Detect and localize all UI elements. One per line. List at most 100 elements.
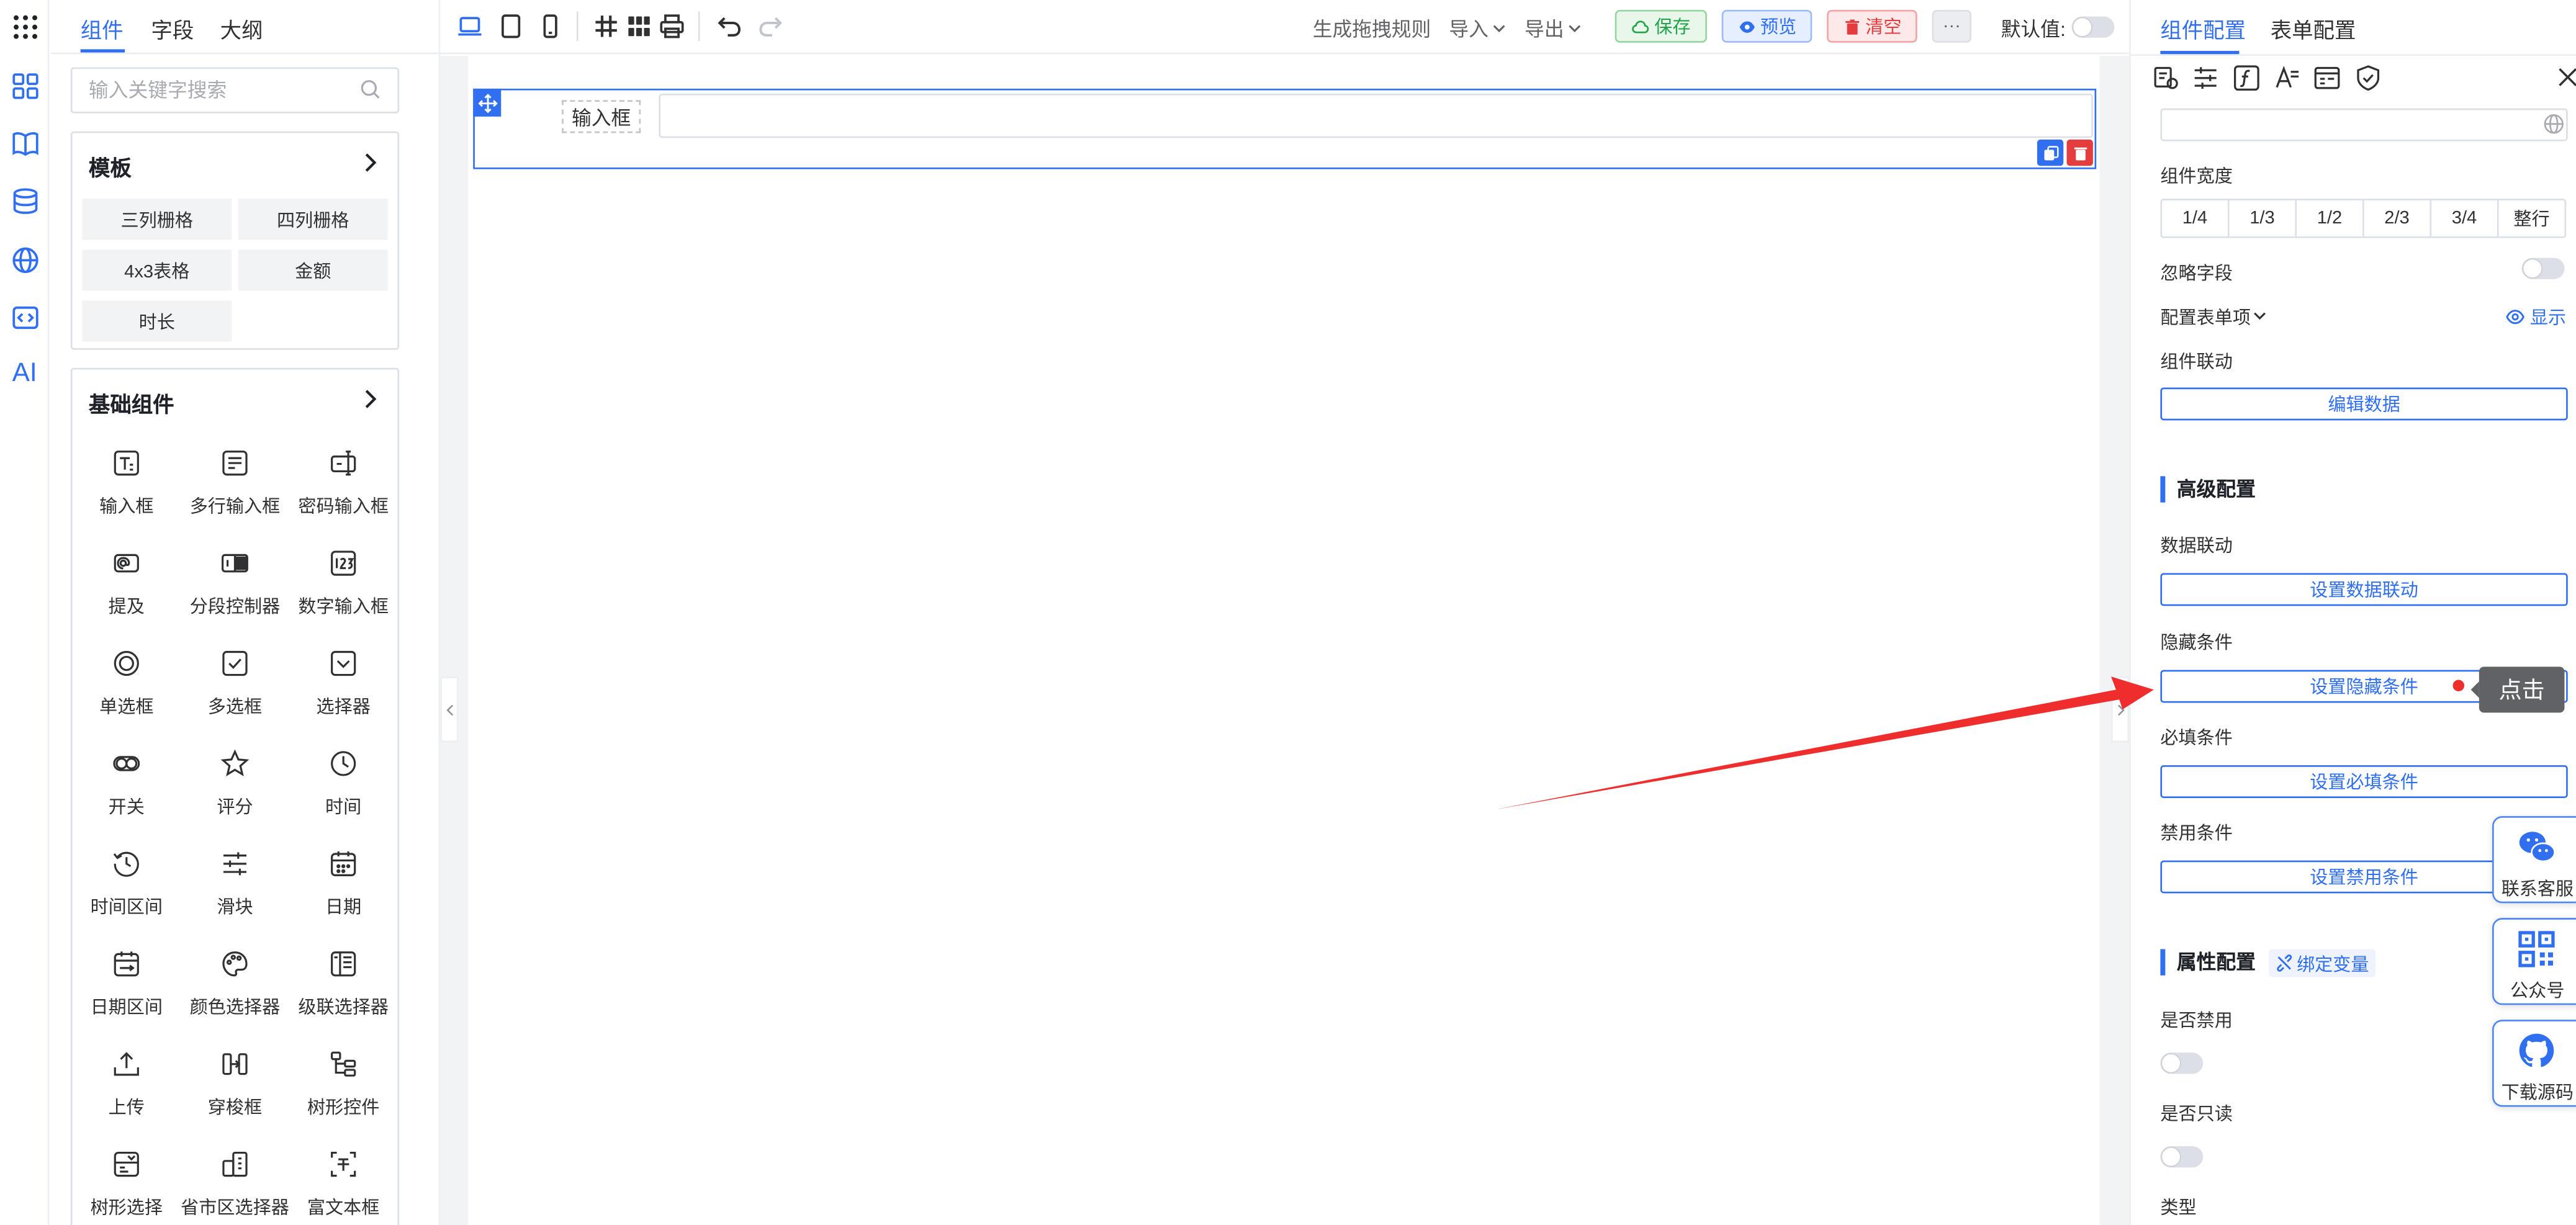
code-icon[interactable]: [8, 300, 41, 333]
shield-check-icon[interactable]: [2354, 64, 2382, 92]
bind-variable-button[interactable]: 绑定变量: [2269, 949, 2376, 977]
collapse-right-panel-button[interactable]: [2110, 676, 2130, 743]
component-item[interactable]: 级联选择器: [289, 946, 398, 1031]
print-icon[interactable]: [659, 13, 685, 39]
component-item[interactable]: 时间区间: [72, 846, 181, 931]
edit-data-button[interactable]: 编辑数据: [2160, 387, 2568, 421]
tab-form-config[interactable]: 表单配置: [2271, 13, 2356, 44]
form-canvas[interactable]: [468, 55, 2100, 1225]
component-item[interactable]: 选择器: [289, 645, 398, 731]
component-item[interactable]: 日期区间: [72, 946, 181, 1031]
template-item[interactable]: 4x3表格: [82, 249, 232, 291]
component-item[interactable]: 日期: [289, 846, 398, 931]
width-option[interactable]: 3/4: [2431, 200, 2499, 237]
component-item[interactable]: 时间: [289, 745, 398, 831]
close-icon[interactable]: [2558, 67, 2576, 87]
delete-item-button[interactable]: [2066, 139, 2093, 166]
clear-button[interactable]: 清空: [1827, 9, 1917, 43]
component-item[interactable]: 输入框: [72, 445, 181, 531]
is-disabled-toggle[interactable]: [2160, 1052, 2204, 1074]
download-source-button[interactable]: 下载源码: [2492, 1020, 2576, 1107]
is-readonly-toggle[interactable]: [2160, 1146, 2204, 1168]
component-item[interactable]: 密码输入框: [289, 445, 398, 531]
component-label: 开关: [108, 798, 145, 818]
config-input[interactable]: [2160, 108, 2568, 141]
default-value-toggle[interactable]: [2071, 16, 2115, 38]
ai-assistant-button[interactable]: AI: [8, 358, 41, 391]
generate-drag-rule-button[interactable]: 生成拖拽规则: [1313, 15, 1431, 43]
apps-grid-icon[interactable]: [8, 10, 41, 43]
search-icon[interactable]: [360, 79, 381, 100]
template-item[interactable]: 三列栅格: [82, 199, 232, 240]
component-item[interactable]: 穿梭框: [181, 1046, 289, 1132]
components-icon[interactable]: [8, 69, 41, 102]
component-item[interactable]: 省市区选择器: [181, 1146, 289, 1225]
config-items-menu[interactable]: 配置表单项: [2160, 304, 2267, 330]
component-item[interactable]: 上传: [72, 1046, 181, 1132]
component-item[interactable]: 多选框: [181, 645, 289, 731]
template-item[interactable]: 时长: [82, 300, 232, 342]
text-style-icon[interactable]: [2274, 64, 2302, 92]
grid-layout-icon[interactable]: [593, 13, 619, 39]
component-item[interactable]: 富文本框: [289, 1146, 398, 1225]
chevron-right-icon[interactable]: [358, 151, 381, 174]
tab-outline[interactable]: 大纲: [220, 13, 263, 44]
component-item[interactable]: 提及: [72, 545, 181, 631]
redo-icon[interactable]: [757, 13, 783, 39]
set-data-linkage-button[interactable]: 设置数据联动: [2160, 573, 2568, 606]
tab-fields[interactable]: 字段: [151, 13, 194, 44]
search-input[interactable]: [70, 67, 400, 114]
copy-item-button[interactable]: [2037, 139, 2064, 166]
save-button[interactable]: 保存: [1615, 9, 1707, 43]
tab-components[interactable]: 组件: [81, 13, 124, 44]
rich-text-icon: [331, 1151, 356, 1177]
desktop-icon[interactable]: [457, 13, 483, 39]
mobile-icon[interactable]: [537, 13, 563, 39]
tablet-icon[interactable]: [498, 13, 524, 39]
preview-button[interactable]: 预览: [1721, 9, 1813, 43]
width-option[interactable]: 2/3: [2364, 200, 2432, 237]
width-option[interactable]: 1/2: [2297, 200, 2364, 237]
component-item[interactable]: 颜色选择器: [181, 946, 289, 1031]
component-item[interactable]: 树形选择: [72, 1146, 181, 1225]
component-item[interactable]: 数字输入框: [289, 545, 398, 631]
book-icon[interactable]: [8, 127, 41, 159]
undo-icon[interactable]: [716, 13, 742, 39]
collapse-left-panel-button[interactable]: [440, 676, 459, 743]
template-item[interactable]: 四列栅格: [238, 199, 388, 240]
tab-divider: [2130, 54, 2576, 56]
text-input-field[interactable]: [659, 93, 2093, 138]
component-item[interactable]: 评分: [181, 745, 289, 831]
event-icon[interactable]: [2313, 64, 2341, 92]
component-item[interactable]: 单选框: [72, 645, 181, 731]
component-item[interactable]: 开关: [72, 745, 181, 831]
set-required-condition-button[interactable]: 设置必填条件: [2160, 765, 2568, 799]
clock-icon: [331, 751, 356, 776]
sliders-icon[interactable]: [2192, 64, 2220, 92]
import-menu[interactable]: 导入: [1449, 15, 1506, 43]
basic-config-icon[interactable]: [2152, 64, 2180, 92]
component-item[interactable]: 树形控件: [289, 1046, 398, 1132]
component-item[interactable]: 滑块: [181, 846, 289, 931]
show-toggle-link[interactable]: 显示: [2505, 304, 2566, 330]
component-item[interactable]: 多行输入框: [181, 445, 289, 531]
drag-handle[interactable]: [473, 88, 502, 117]
globe-icon[interactable]: [2543, 114, 2564, 135]
function-icon[interactable]: [2233, 64, 2261, 92]
export-menu[interactable]: 导出: [1524, 15, 1582, 43]
component-item[interactable]: 分段控制器: [181, 545, 289, 631]
official-account-button[interactable]: 公众号: [2492, 918, 2576, 1005]
ignore-field-toggle[interactable]: [2521, 258, 2565, 279]
contact-service-button[interactable]: 联系客服: [2492, 816, 2576, 904]
table-icon[interactable]: [626, 13, 652, 39]
width-option[interactable]: 1/4: [2162, 200, 2230, 237]
template-item[interactable]: 金额: [238, 249, 388, 291]
more-button[interactable]: ···: [1932, 9, 1972, 43]
component-label: 输入框: [99, 497, 154, 518]
width-option[interactable]: 1/3: [2230, 200, 2297, 237]
database-icon[interactable]: [8, 184, 41, 217]
width-option[interactable]: 整行: [2499, 200, 2565, 236]
globe-icon[interactable]: [8, 243, 41, 276]
chevron-right-icon[interactable]: [358, 387, 381, 410]
tab-component-config[interactable]: 组件配置: [2160, 13, 2246, 44]
